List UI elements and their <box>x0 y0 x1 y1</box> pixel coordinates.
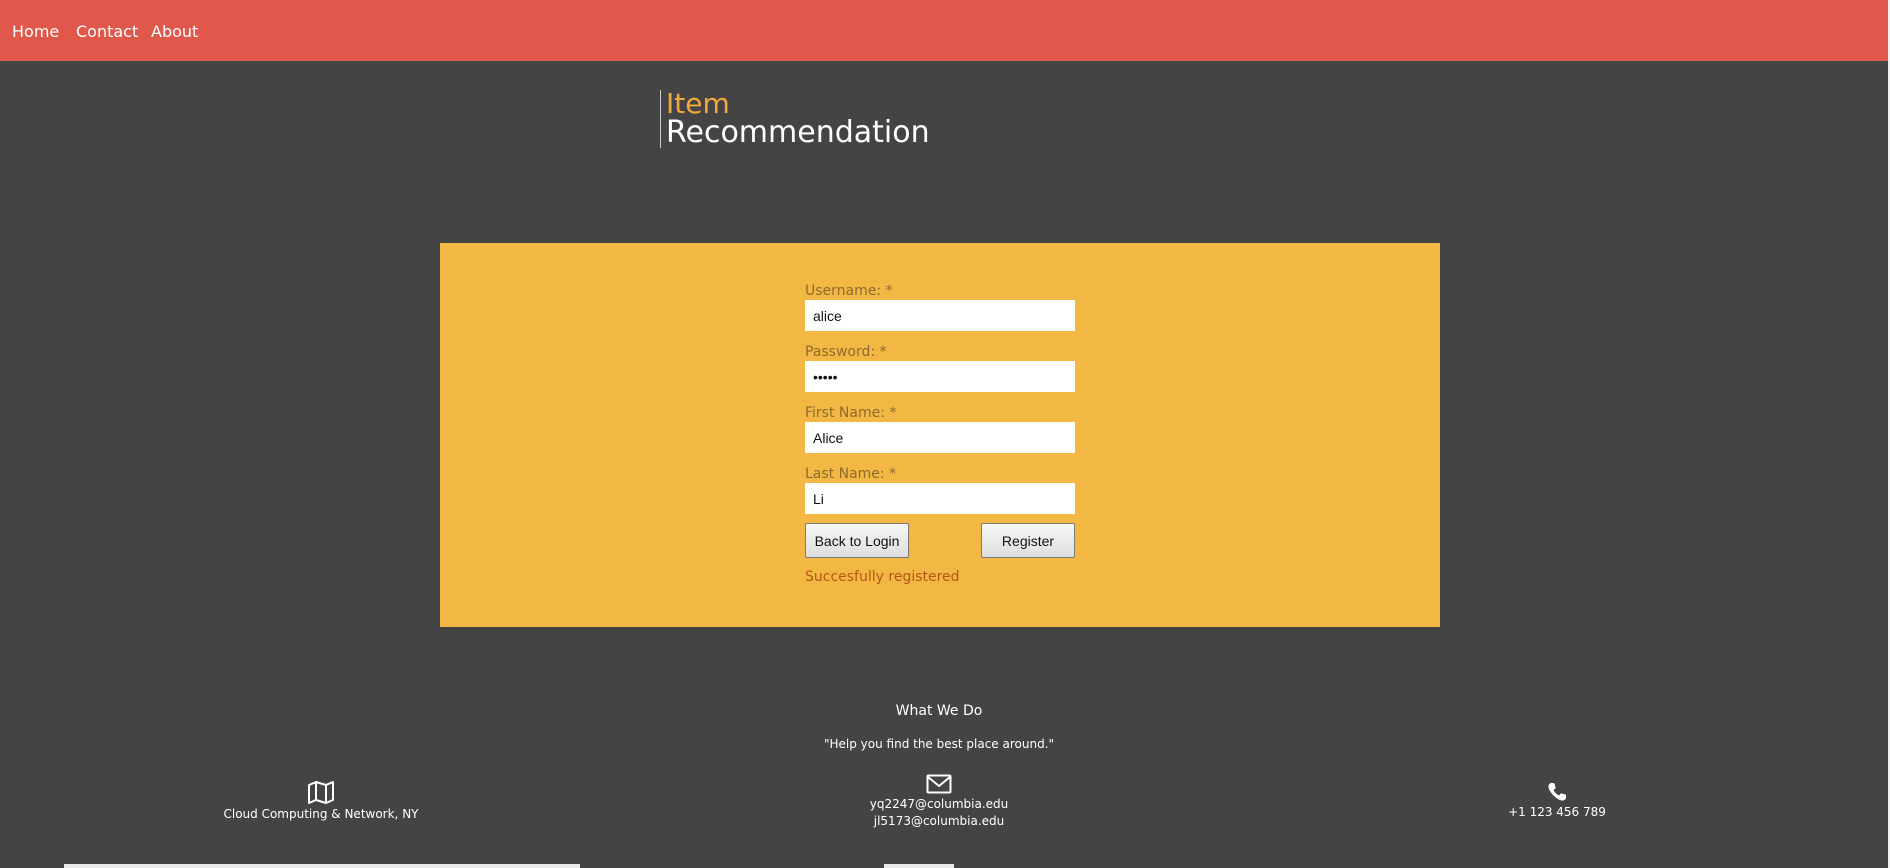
username-label: Username: * <box>805 283 893 299</box>
footer-phone-text: +1 123 456 789 <box>1508 805 1606 819</box>
bottom-strip-left <box>64 864 580 868</box>
nav-home-link[interactable]: Home <box>12 22 59 42</box>
footer-location-text: Cloud Computing & Network, NY <box>223 807 419 821</box>
footer-location: Cloud Computing & Network, NY <box>161 780 481 823</box>
register-form: Username: * Password: * First Name: * La… <box>805 283 1075 527</box>
nav-about-link[interactable]: About <box>151 22 198 42</box>
footer-email: yq2247@columbia.edu jl5173@columbia.edu <box>779 774 1099 830</box>
top-navbar: Home Contact About <box>0 0 1890 61</box>
password-label: Password: * <box>805 344 887 360</box>
site-logo-title: Item Recommendation <box>660 90 930 148</box>
register-panel: Username: * Password: * First Name: * La… <box>440 243 1440 627</box>
last-name-label: Last Name: * <box>805 466 897 482</box>
footer-title: What We Do <box>895 703 983 719</box>
footer-email-2[interactable]: jl5173@columbia.edu <box>779 813 1099 830</box>
envelope-icon <box>926 774 952 794</box>
register-status-message: Succesfully registered <box>805 569 960 585</box>
first-name-label: First Name: * <box>805 405 897 421</box>
phone-icon <box>1548 783 1566 801</box>
map-icon <box>308 781 334 804</box>
username-input[interactable] <box>805 300 1075 331</box>
first-name-input[interactable] <box>805 422 1075 453</box>
brand-title-line2: Recommendation <box>666 115 930 150</box>
last-name-input[interactable] <box>805 483 1075 514</box>
bottom-strip-mid <box>884 864 954 868</box>
back-to-login-button[interactable]: Back to Login <box>805 523 909 558</box>
register-button[interactable]: Register <box>981 523 1075 558</box>
footer-phone: +1 123 456 789 <box>1397 782 1717 821</box>
footer-quote: "Help you find the best place around." <box>823 737 1055 751</box>
password-input[interactable] <box>805 361 1075 392</box>
nav-contact-link[interactable]: Contact <box>76 22 138 42</box>
brand-title-line1: Item <box>666 87 730 120</box>
footer-email-1[interactable]: yq2247@columbia.edu <box>779 796 1099 813</box>
